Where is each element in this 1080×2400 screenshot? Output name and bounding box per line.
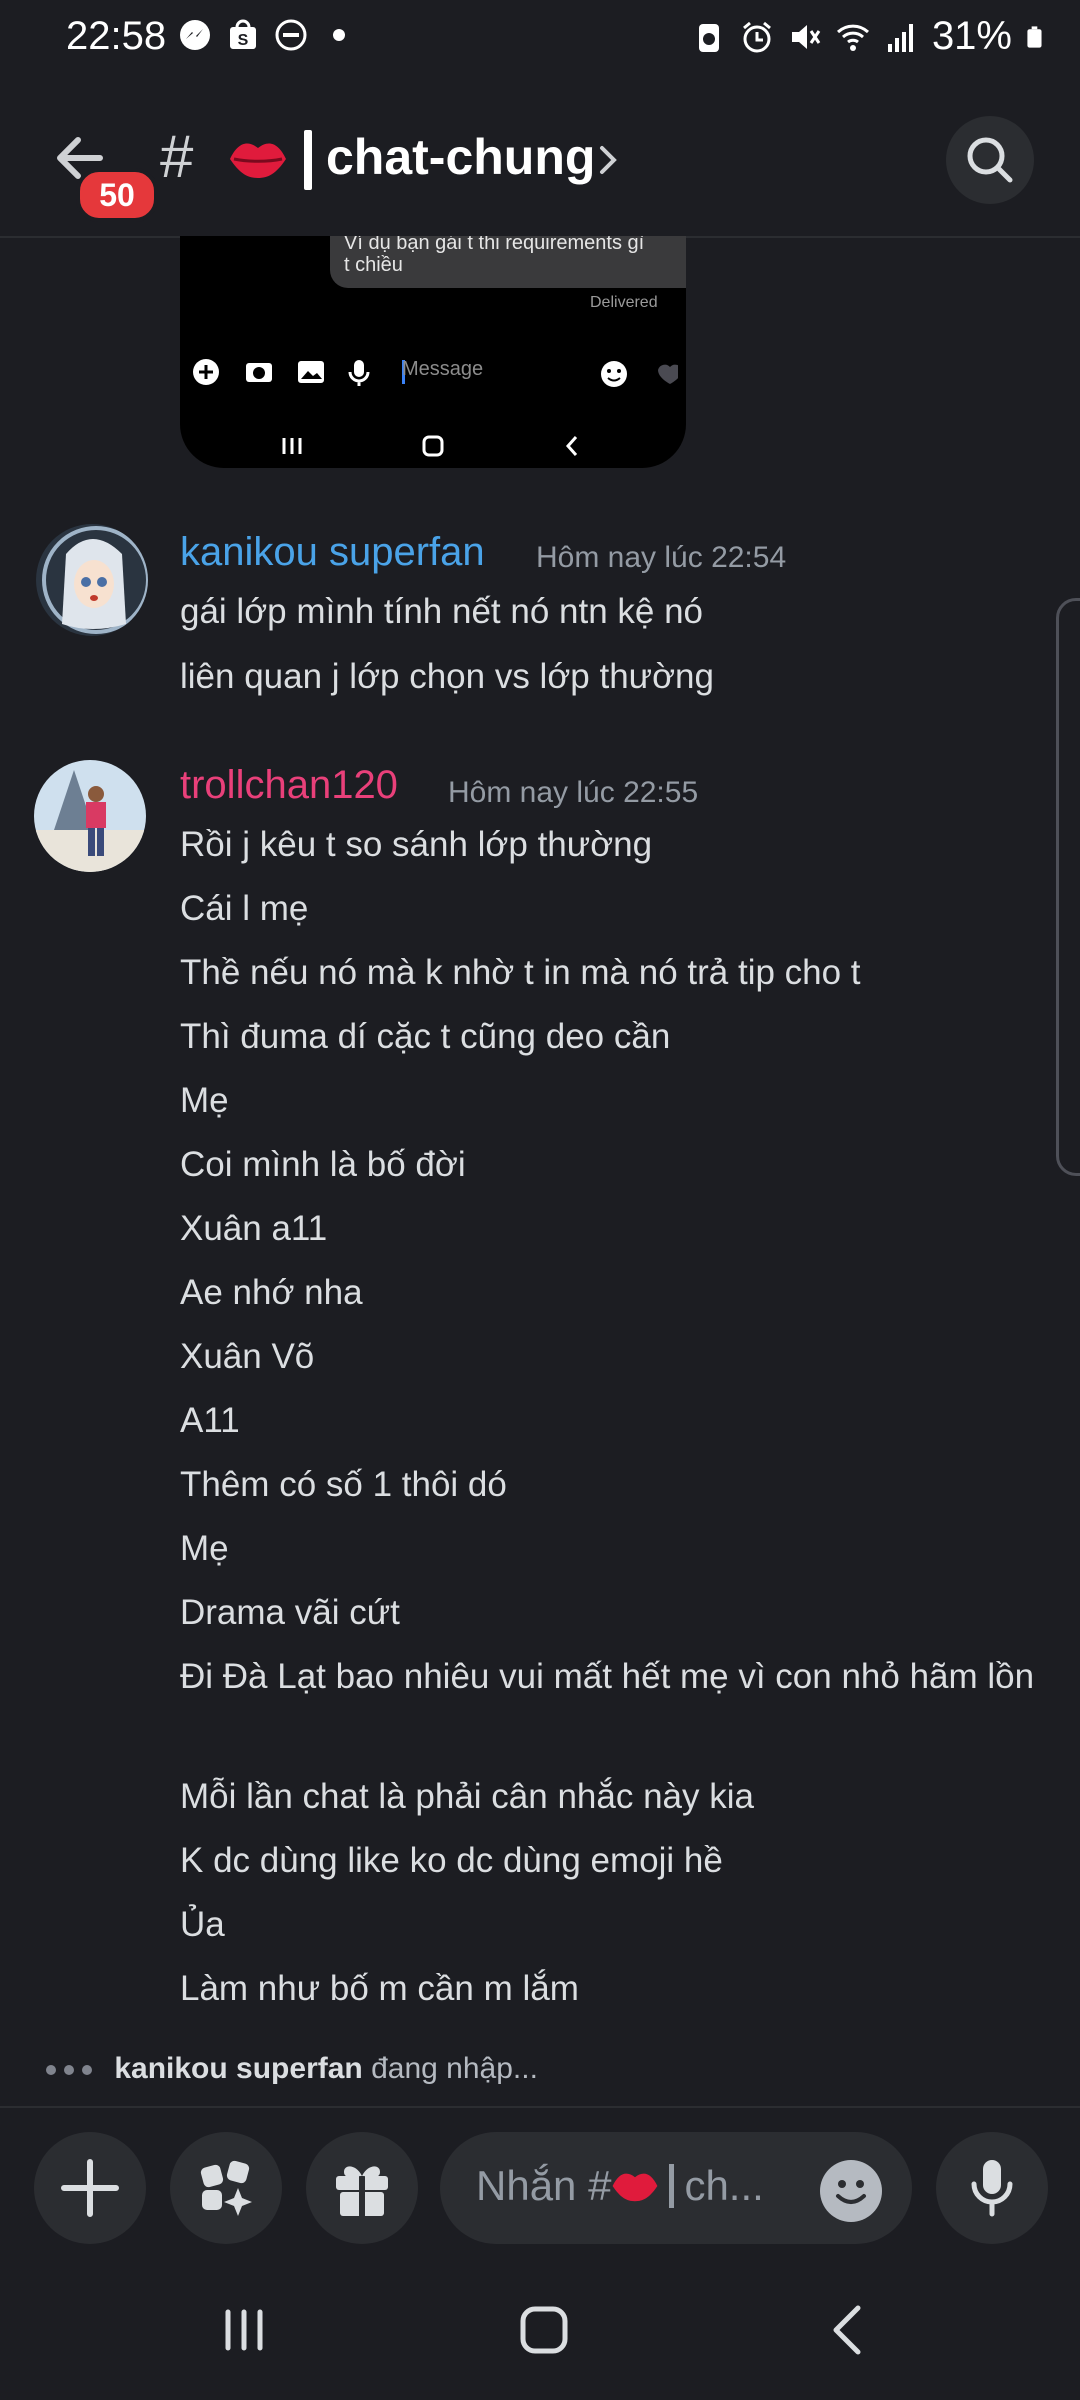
placeholder-prefix: Nhắn # bbox=[476, 2162, 612, 2209]
message-input-placeholder: Nhắn # ch... bbox=[476, 2162, 764, 2210]
voice-message-button[interactable] bbox=[936, 2132, 1048, 2244]
attachment-message-bubble: Ví dụ bạn gái t thi requirements gì t ch… bbox=[330, 236, 686, 288]
message-author[interactable]: trollchan120 bbox=[180, 763, 398, 808]
channel-header: 50 # chat-chung bbox=[0, 78, 1080, 238]
battery-percent: 31% bbox=[931, 14, 1012, 58]
message-timestamp: Hôm nay lúc 22:54 bbox=[536, 541, 787, 574]
home-icon[interactable] bbox=[514, 2300, 574, 2360]
dnd-icon bbox=[275, 19, 307, 51]
message-line[interactable]: Xuân a11 bbox=[180, 1202, 1040, 1256]
search-button[interactable] bbox=[946, 116, 1034, 204]
status-time: 22:58 bbox=[66, 14, 167, 58]
alarm-icon bbox=[742, 21, 771, 52]
message-line[interactable]: Mỗi lần chat là phải cân nhắc này kia bbox=[180, 1770, 1040, 1824]
microphone-icon bbox=[971, 2160, 1013, 2217]
battery-saver-icon bbox=[698, 23, 719, 52]
message-line[interactable]: liên quan j lớp chọn vs lớp thường bbox=[180, 650, 1040, 704]
messenger-icon bbox=[180, 20, 210, 50]
dot-icon bbox=[333, 29, 345, 41]
message-line[interactable]: Xuân Võ bbox=[180, 1330, 1040, 1384]
battery-icon bbox=[1027, 25, 1042, 48]
system-navigation-bar bbox=[0, 2258, 1080, 2400]
chevron-right-icon[interactable] bbox=[596, 142, 620, 178]
wifi-icon bbox=[836, 24, 869, 51]
message-line[interactable]: Drama vãi cứt bbox=[180, 1586, 1040, 1640]
signal-icon bbox=[887, 23, 913, 52]
message-input[interactable]: Nhắn # ch... bbox=[440, 2132, 912, 2244]
typing-dot bbox=[64, 2065, 74, 2076]
message-line[interactable]: Làm như bố m cần m lắm bbox=[180, 1962, 1040, 2016]
message-line[interactable]: Ủa bbox=[180, 1898, 1040, 1952]
message-line[interactable]: Cái l mẹ bbox=[180, 882, 1040, 936]
delivered-label: Delivered bbox=[590, 294, 658, 311]
status-bar: 22:58 S 31% bbox=[0, 0, 1080, 78]
scrollbar-handle[interactable] bbox=[1056, 598, 1080, 1176]
message-timestamp: Hôm nay lúc 22:55 bbox=[448, 776, 699, 809]
message-author[interactable]: kanikou superfan bbox=[180, 530, 485, 575]
recent-apps-icon[interactable] bbox=[214, 2300, 274, 2360]
message-line[interactable]: K dc dùng like ko dc dùng emoji hề bbox=[180, 1834, 1040, 1888]
apps-button[interactable] bbox=[170, 2132, 282, 2244]
message-line[interactable]: Thêm có số 1 thôi dó bbox=[180, 1458, 1040, 1512]
anime-avatar-image bbox=[36, 524, 148, 636]
message-line[interactable]: Thì đuma dí cặc t cũng deo cần bbox=[180, 1010, 1040, 1064]
message-line[interactable]: Coi mình là bố đời bbox=[180, 1138, 1040, 1192]
message-line[interactable]: Ae nhớ nha bbox=[180, 1266, 1040, 1320]
channel-hash-icon: # bbox=[160, 123, 194, 190]
avatar[interactable] bbox=[34, 760, 146, 872]
typing-dot bbox=[82, 2065, 92, 2076]
svg-text:S: S bbox=[238, 32, 249, 49]
typing-user: kanikou superfan bbox=[114, 2052, 363, 2085]
message-line[interactable]: Đi Đà Lạt bao nhiêu vui mất hết mẹ vì co… bbox=[180, 1650, 1050, 1704]
back-icon[interactable] bbox=[818, 2300, 878, 2360]
apps-sparkle-icon bbox=[200, 2160, 252, 2216]
add-attachment-button[interactable] bbox=[34, 2132, 146, 2244]
composer-bar: Nhắn # ch... bbox=[0, 2106, 1080, 2260]
search-icon bbox=[967, 137, 1013, 183]
message-line[interactable]: Rồi j kêu t so sánh lớp thường bbox=[180, 818, 1040, 872]
placeholder-divider bbox=[669, 2164, 675, 2208]
attachment-bubble-line-1: Ví dụ bạn gái t thi requirements gì bbox=[344, 236, 645, 254]
typing-suffix: đang nhập... bbox=[371, 2052, 538, 2085]
message-line[interactable]: gái lớp mình tính nết nó ntn kệ nó bbox=[180, 585, 1040, 639]
kiss-lips-icon bbox=[613, 2173, 658, 2202]
avatar[interactable] bbox=[36, 524, 148, 636]
gift-icon bbox=[336, 2166, 388, 2216]
message-line[interactable]: A11 bbox=[180, 1394, 1040, 1448]
gift-button[interactable] bbox=[306, 2132, 418, 2244]
attachment-message-placeholder: Message bbox=[402, 358, 484, 380]
shopee-icon: S bbox=[230, 19, 256, 49]
typing-indicator: kanikou superfan đang nhập... bbox=[46, 2052, 538, 2092]
placeholder-suffix: ch... bbox=[684, 2162, 764, 2209]
channel-divider-bar bbox=[304, 130, 312, 190]
message-line[interactable]: Thề nếu nó mà k nhờ t in mà nó trả tip c… bbox=[180, 946, 1040, 1000]
smiley-icon bbox=[836, 2180, 866, 2204]
image-attachment[interactable]: Ví dụ bạn gái t thi requirements gì t ch… bbox=[180, 236, 686, 468]
attachment-bubble-line-2: t chiều bbox=[344, 254, 403, 276]
status-left-icons: S bbox=[178, 18, 356, 52]
photo-avatar-image bbox=[34, 760, 146, 872]
mute-icon bbox=[791, 24, 821, 49]
message-line[interactable]: Mẹ bbox=[180, 1074, 1040, 1128]
message-line[interactable]: Mẹ bbox=[180, 1522, 1040, 1576]
status-right-icons: 31% bbox=[692, 14, 1050, 59]
kiss-lips-icon bbox=[230, 143, 286, 178]
typing-dot bbox=[46, 2065, 56, 2076]
unread-badge: 50 bbox=[76, 168, 158, 222]
plus-icon bbox=[61, 2159, 119, 2217]
channel-name[interactable]: chat-chung bbox=[326, 128, 595, 186]
emoji-button[interactable] bbox=[820, 2160, 882, 2222]
attachment-navbar bbox=[282, 435, 578, 457]
